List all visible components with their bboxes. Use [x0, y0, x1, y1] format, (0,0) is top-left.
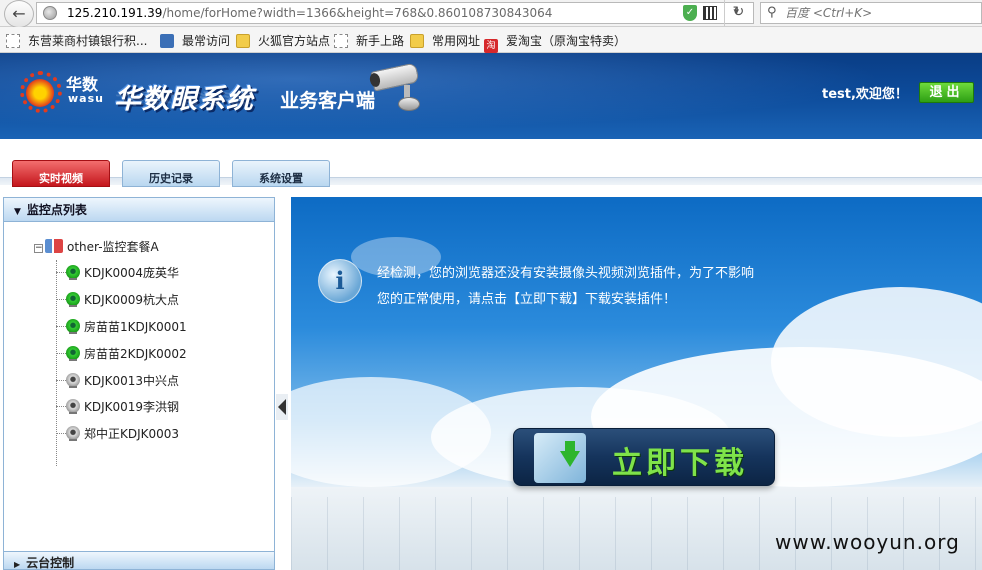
camera-online-icon — [66, 346, 80, 361]
video-area: i 经检测，您的浏览器还没有安装摄像头视频浏览插件，为了不影响 您的正常使用，请… — [291, 197, 982, 570]
url-text: 125.210.191.39/home/forHome?width=1366&h… — [67, 6, 552, 20]
address-bar[interactable]: 125.210.191.39/home/forHome?width=1366&h… — [36, 2, 754, 24]
triangle-down-icon: ▼ — [14, 207, 21, 217]
folder-icon — [410, 34, 424, 48]
tree-group[interactable]: − other-监控套餐A — [34, 238, 159, 255]
reload-button[interactable]: ↻ — [724, 0, 752, 26]
back-button[interactable]: ← — [4, 0, 34, 28]
bookmark-item[interactable]: 火狐官方站点 — [236, 32, 330, 49]
tree-node[interactable]: 房苗苗2KDJK0002 — [56, 345, 187, 365]
most-visited-icon — [160, 34, 174, 48]
search-box[interactable]: ⚲ — [760, 2, 982, 24]
bookmark-item[interactable]: 最常访问 — [160, 32, 230, 49]
bookmark-label: 新手上路 — [356, 34, 405, 48]
camera-online-icon — [66, 292, 80, 307]
bookmark-label: 火狐官方站点 — [258, 34, 331, 48]
tab-bar: 实时视频 历史记录 系统设置 — [0, 139, 982, 189]
tree-node[interactable]: KDJK0009杭大点 — [56, 291, 179, 311]
chevron-left-icon — [278, 399, 286, 415]
watermark: www.wooyun.org — [775, 530, 960, 554]
ptz-control-header[interactable]: ▶ 云台控制 — [4, 551, 274, 569]
qrcode-icon[interactable] — [703, 6, 717, 20]
bookmark-label: 最常访问 — [182, 34, 231, 48]
title-reflection: 华数眼系统 — [114, 88, 249, 107]
logout-button[interactable]: 退出 — [919, 82, 974, 103]
shield-icon[interactable]: ✓ — [683, 5, 697, 21]
notice-line: 经检测，您的浏览器还没有安装摄像头视频浏览插件，为了不影响 — [377, 266, 755, 281]
tree-node[interactable]: KDJK0013中兴点 — [56, 372, 179, 392]
node-label: KDJK0019李洪钢 — [84, 400, 180, 414]
bookmark-item[interactable]: 新手上路 — [334, 32, 404, 49]
collapse-sidebar-handle[interactable] — [276, 394, 288, 420]
bookmark-item[interactable]: 淘爱淘宝（原淘宝特卖） — [484, 32, 626, 53]
back-arrow-icon: ← — [12, 4, 26, 23]
tab-realtime-video[interactable]: 实时视频 — [12, 160, 110, 187]
bookmark-label: 爱淘宝（原淘宝特卖） — [506, 34, 627, 48]
triangle-right-icon: ▶ — [14, 560, 21, 569]
monitor-list-panel: ▼ 监控点列表 − other-监控套餐A KDJK0004庞英华 KDJK0009… — [3, 197, 275, 570]
camera-online-icon — [66, 319, 80, 334]
collapse-icon[interactable]: − — [34, 244, 43, 253]
app-header: 华数 wasu 华数眼系统 华数眼系统 业务客户端 test,欢迎您！ 退出 — [0, 53, 982, 139]
browser-toolbar: ← 125.210.191.39/home/forHome?width=1366… — [0, 0, 982, 28]
wasu-logo-icon — [20, 71, 62, 113]
download-button[interactable]: 立即下载 — [513, 428, 775, 486]
page-icon — [334, 34, 348, 48]
group-icon — [45, 239, 63, 253]
node-label: 郑中正KDJK0003 — [84, 427, 180, 441]
taobao-icon: 淘 — [484, 39, 498, 53]
tree-node[interactable]: KDJK0019李洪钢 — [56, 398, 179, 418]
tree-node[interactable]: KDJK0004庞英华 — [56, 264, 179, 284]
plugin-notice: 经检测，您的浏览器还没有安装摄像头视频浏览插件，为了不影响 您的正常使用，请点击… — [377, 261, 827, 313]
reload-icon: ↻ — [732, 4, 745, 20]
info-icon: i — [318, 259, 362, 303]
node-label: KDJK0009杭大点 — [84, 293, 180, 307]
bookmark-item[interactable]: 常用网址 — [410, 32, 480, 49]
camera-offline-icon — [66, 426, 80, 441]
ptz-control-label: 云台控制 — [26, 556, 75, 569]
download-label: 立即下载 — [612, 446, 748, 481]
system-subtitle: 业务客户端 — [280, 90, 376, 112]
tree-node[interactable]: 郑中正KDJK0003 — [56, 425, 179, 445]
node-label: 房苗苗2KDJK0002 — [84, 347, 187, 361]
bookmarks-bar: 东营莱商村镇银行积... 最常访问 火狐官方站点 新手上路 常用网址 淘爱淘宝（… — [0, 27, 982, 53]
panel-header[interactable]: ▼ 监控点列表 — [4, 198, 274, 222]
tab-settings[interactable]: 系统设置 — [232, 160, 330, 187]
download-arrow-icon — [560, 451, 580, 467]
group-label: other-监控套餐A — [67, 240, 159, 254]
tab-history[interactable]: 历史记录 — [122, 160, 220, 187]
notice-line: 您的正常使用，请点击【立即下载】下载安装插件！ — [377, 292, 677, 307]
bookmark-label: 东营莱商村镇银行积... — [28, 34, 148, 48]
camera-online-icon — [66, 265, 80, 280]
page-icon — [6, 34, 20, 48]
panel-title: 监控点列表 — [26, 203, 87, 217]
logo-en: wasu — [68, 92, 104, 105]
bookmark-item[interactable]: 东营莱商村镇银行积... — [6, 32, 147, 49]
bookmark-label: 常用网址 — [432, 34, 481, 48]
search-input[interactable] — [785, 5, 975, 21]
camera-icon — [368, 59, 426, 113]
globe-icon — [43, 6, 57, 20]
camera-offline-icon — [66, 399, 80, 414]
welcome-text: test,欢迎您！ — [822, 87, 908, 102]
node-label: KDJK0013中兴点 — [84, 374, 180, 388]
node-label: KDJK0004庞英华 — [84, 266, 180, 280]
url-host: 125.210.191.39 — [67, 6, 163, 20]
node-label: 房苗苗1KDJK0001 — [84, 320, 187, 334]
tree-node[interactable]: 房苗苗1KDJK0001 — [56, 318, 187, 338]
camera-offline-icon — [66, 373, 80, 388]
search-icon: ⚲ — [767, 5, 777, 20]
url-path: /home/forHome?width=1366&height=768&0.86… — [162, 6, 553, 20]
folder-icon — [236, 34, 250, 48]
